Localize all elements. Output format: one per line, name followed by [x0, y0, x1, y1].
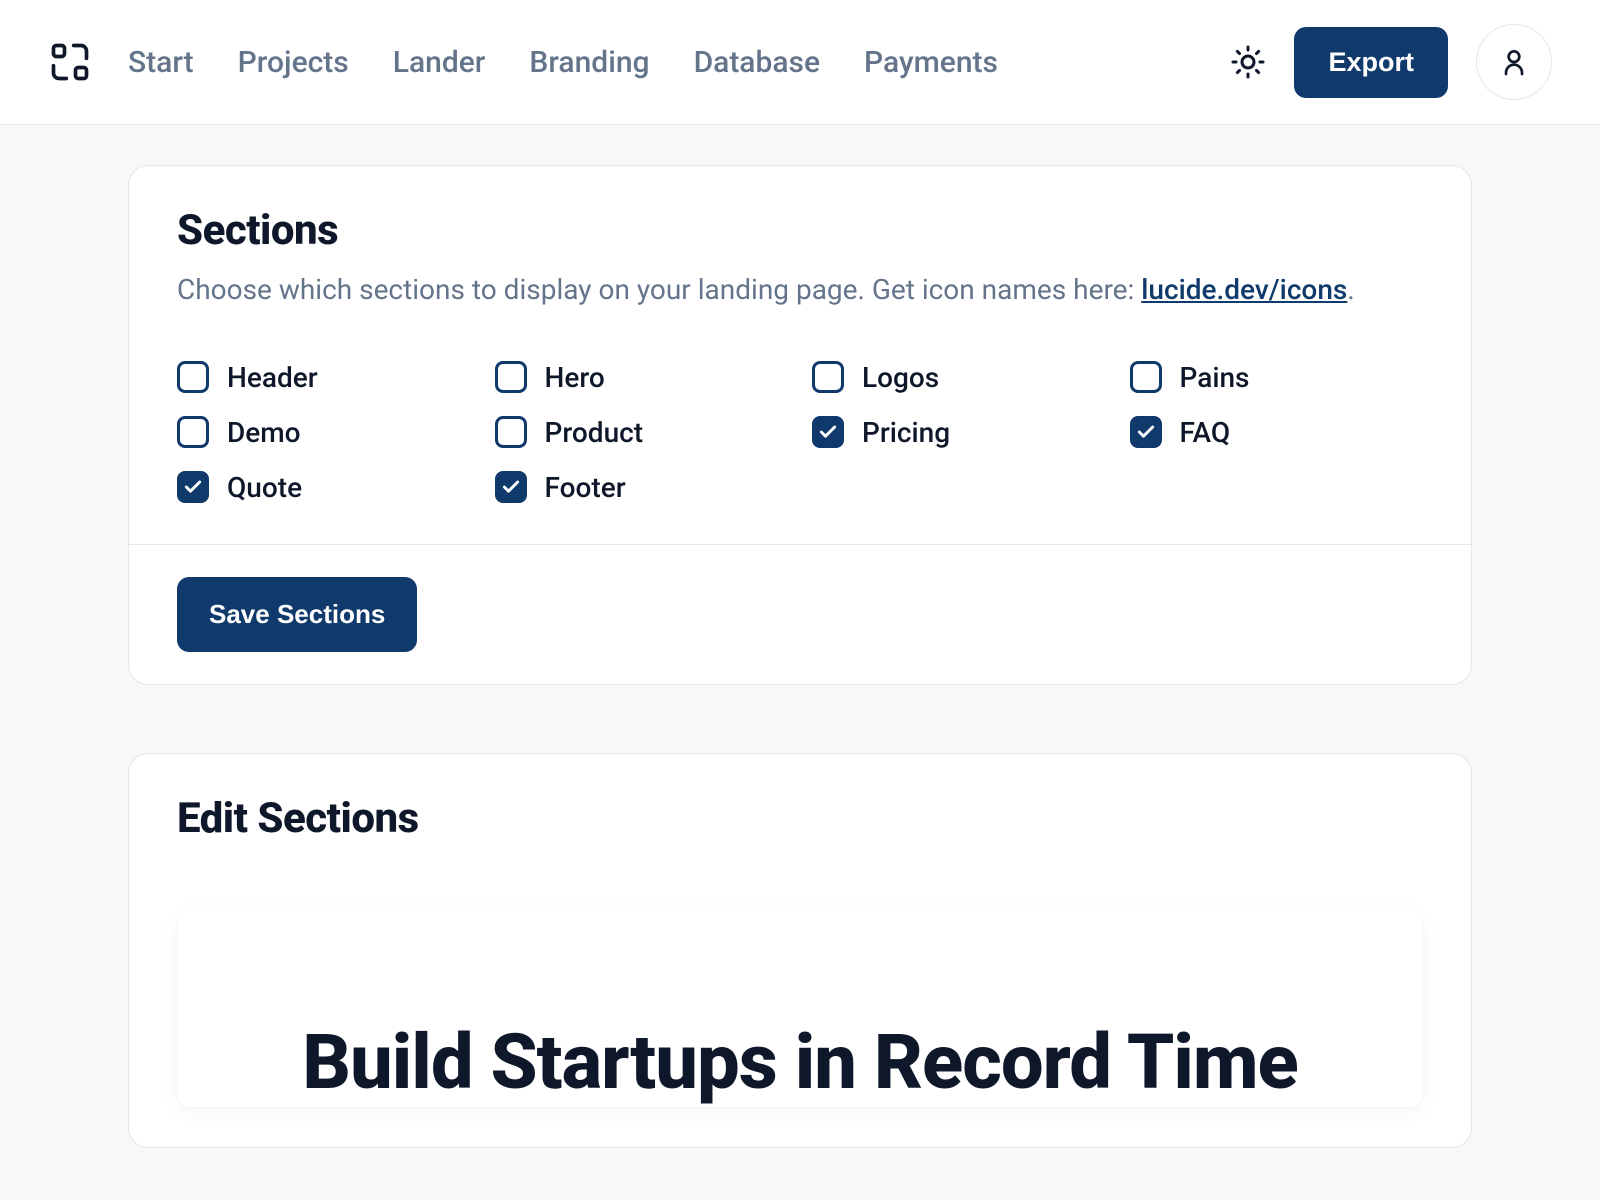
checkbox[interactable] [495, 416, 527, 448]
edit-sections-title: Edit Sections [177, 794, 1423, 843]
checkbox-label: Demo [227, 416, 301, 449]
checkbox-label: Pains [1180, 361, 1250, 394]
edit-sections-card: Edit Sections Build Startups in Record T… [128, 753, 1472, 1148]
sections-description-suffix: . [1347, 273, 1354, 306]
checkbox-label: FAQ [1180, 416, 1231, 449]
nav-item-branding[interactable]: Branding [529, 45, 649, 80]
checkbox[interactable] [812, 361, 844, 393]
checkbox-label: Quote [227, 471, 302, 504]
checkbox[interactable] [177, 416, 209, 448]
hero-section-preview: Build Startups in Record Time [177, 907, 1423, 1107]
nav-item-projects[interactable]: Projects [238, 45, 349, 80]
checkbox[interactable] [1130, 361, 1162, 393]
checkbox-label: Product [545, 416, 644, 449]
checkbox[interactable] [495, 471, 527, 503]
nav-item-database[interactable]: Database [694, 45, 820, 80]
sun-icon [1230, 44, 1266, 80]
section-toggle-product[interactable]: Product [495, 416, 789, 449]
sections-description: Choose which sections to display on your… [177, 271, 1423, 309]
nav-item-payments[interactable]: Payments [864, 45, 998, 80]
check-icon [1136, 422, 1156, 442]
check-icon [501, 477, 521, 497]
sections-title: Sections [177, 206, 1423, 255]
main-content: Sections Choose which sections to displa… [0, 125, 1600, 1148]
header-actions: Export [1230, 24, 1552, 100]
checkbox[interactable] [495, 361, 527, 393]
checkbox[interactable] [177, 471, 209, 503]
checkbox-label: Pricing [862, 416, 950, 449]
export-button[interactable]: Export [1294, 27, 1448, 98]
check-icon [818, 422, 838, 442]
section-toggle-footer[interactable]: Footer [495, 471, 789, 504]
checkbox[interactable] [1130, 416, 1162, 448]
app-header: Start Projects Lander Branding Database … [0, 0, 1600, 125]
section-checkbox-grid: Header Hero Logos Pains Demo Product Pricing FA… [177, 361, 1423, 504]
app-logo[interactable] [48, 40, 92, 84]
user-icon [1498, 46, 1530, 78]
section-toggle-logos[interactable]: Logos [812, 361, 1106, 394]
hero-title: Build Startups in Record Time [217, 1017, 1383, 1107]
sections-description-text: Choose which sections to display on your… [177, 273, 1141, 306]
section-toggle-demo[interactable]: Demo [177, 416, 471, 449]
nav-item-start[interactable]: Start [128, 45, 194, 80]
sections-card-footer: Save Sections [129, 544, 1471, 684]
checkbox[interactable] [812, 416, 844, 448]
user-menu[interactable] [1476, 24, 1552, 100]
section-toggle-hero[interactable]: Hero [495, 361, 789, 394]
checkbox-label: Footer [545, 471, 626, 504]
section-toggle-header[interactable]: Header [177, 361, 471, 394]
section-toggle-pains[interactable]: Pains [1130, 361, 1424, 394]
section-toggle-quote[interactable]: Quote [177, 471, 471, 504]
sections-card: Sections Choose which sections to displa… [128, 165, 1472, 685]
check-icon [183, 477, 203, 497]
main-nav: Start Projects Lander Branding Database … [128, 45, 1230, 80]
checkbox-label: Hero [545, 361, 605, 394]
icons-link[interactable]: lucide.dev/icons [1141, 273, 1347, 306]
logo-icon [48, 40, 92, 84]
save-sections-button[interactable]: Save Sections [177, 577, 417, 652]
section-toggle-pricing[interactable]: Pricing [812, 416, 1106, 449]
checkbox[interactable] [177, 361, 209, 393]
nav-item-lander[interactable]: Lander [393, 45, 486, 80]
section-toggle-faq[interactable]: FAQ [1130, 416, 1424, 449]
theme-toggle[interactable] [1230, 44, 1266, 80]
checkbox-label: Header [227, 361, 318, 394]
checkbox-label: Logos [862, 361, 939, 394]
